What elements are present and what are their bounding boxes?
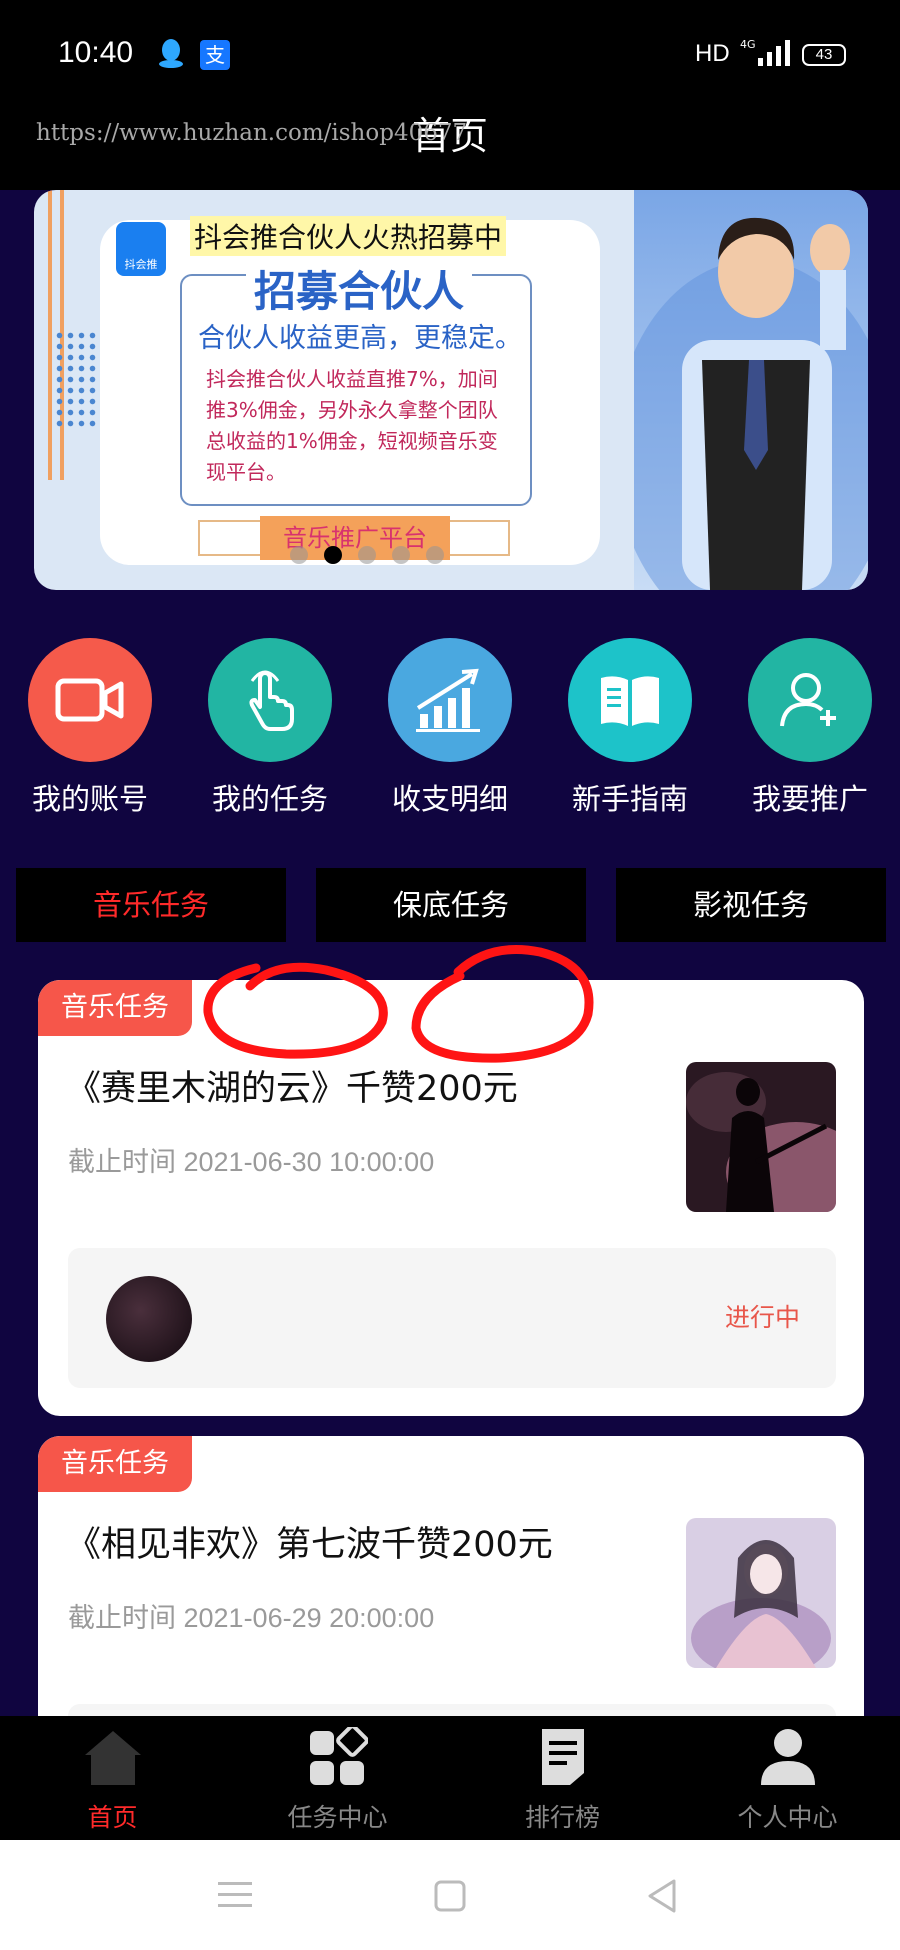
banner-headline: 抖会推合伙人火热招募中 bbox=[190, 216, 507, 256]
nav-icon-wrap bbox=[757, 1726, 819, 1788]
nav-label: 个人中心 bbox=[737, 1803, 838, 1832]
home-square-icon[interactable] bbox=[434, 1880, 466, 1912]
system-nav-bar bbox=[0, 1840, 900, 1950]
task-category-badge: 音乐任务 bbox=[38, 980, 192, 1036]
status-time: 10:40 bbox=[58, 36, 134, 69]
banner-decor-line bbox=[48, 190, 52, 480]
menu-circle bbox=[208, 638, 332, 762]
grid-diamond-icon bbox=[309, 1727, 368, 1785]
add-user-icon bbox=[780, 673, 836, 727]
menu-lines-icon[interactable] bbox=[218, 1880, 252, 1910]
person-icon bbox=[760, 1729, 815, 1785]
promo-banner[interactable]: 抖会推 抖会推合伙人火热招募中 招募合伙人 合伙人收益更高，更稳定。 抖会推合伙… bbox=[34, 190, 868, 590]
nav-icon-wrap bbox=[82, 1726, 144, 1788]
nav-label: 首页 bbox=[87, 1803, 138, 1832]
banner-title: 招募合伙人 bbox=[246, 258, 473, 319]
task-card[interactable]: 音乐任务 《相见非欢》第七波千赞200元 截止时间 2021-06-29 20:… bbox=[38, 1436, 864, 1716]
video-camera-icon bbox=[55, 678, 124, 722]
bottom-nav: 首页 任务中心 排行榜 个人中心 bbox=[0, 1716, 900, 1840]
main-content: 抖会推 抖会推合伙人火热招募中 招募合伙人 合伙人收益更高，更稳定。 抖会推合伙… bbox=[0, 190, 900, 1716]
task-title: 《相见非欢》第七波千赞200元 bbox=[66, 1525, 553, 1565]
task-participants-bar bbox=[68, 1704, 836, 1716]
qq-icon bbox=[159, 39, 183, 68]
home-icon bbox=[84, 1731, 141, 1785]
nav-home[interactable]: 首页 bbox=[0, 1726, 225, 1834]
banner-body: 抖会推合伙人收益直推7%，加间推3%佣金，另外永久拿整个团队总收益的1%佣金，短… bbox=[206, 367, 498, 484]
carousel-indicator[interactable] bbox=[358, 546, 376, 564]
menu-label: 我的账号 bbox=[31, 782, 148, 816]
growth-chart-icon bbox=[416, 668, 480, 732]
menu-label: 我要推广 bbox=[751, 782, 868, 816]
task-thumbnail bbox=[686, 1518, 836, 1668]
carousel-indicator[interactable] bbox=[426, 546, 444, 564]
tap-hand-icon bbox=[249, 670, 294, 731]
app-header: 首页 https://www.huzhan.com/ishop40677 bbox=[0, 110, 900, 190]
menu-label: 收支明细 bbox=[391, 782, 508, 816]
back-triangle-icon[interactable] bbox=[646, 1878, 678, 1914]
network-4g-label: 4G bbox=[740, 38, 756, 51]
document-icon bbox=[541, 1729, 584, 1785]
status-bar: 10:40 支 HD 4G 43 bbox=[0, 0, 900, 110]
participant-avatar bbox=[106, 1276, 192, 1362]
nav-task-center[interactable]: 任务中心 bbox=[225, 1726, 450, 1834]
task-category-badge: 音乐任务 bbox=[38, 1436, 192, 1492]
task-title: 《赛里木湖的云》千赞200元 bbox=[66, 1069, 518, 1109]
menu-circle bbox=[568, 638, 692, 762]
menu-income-details[interactable]: 收支明细 bbox=[370, 638, 530, 818]
carousel-indicator[interactable] bbox=[392, 546, 410, 564]
nav-label: 任务中心 bbox=[287, 1803, 388, 1832]
url-watermark: https://www.huzhan.com/ishop40677 bbox=[36, 120, 468, 146]
menu-label: 我的任务 bbox=[211, 782, 328, 816]
open-book-icon bbox=[601, 676, 659, 726]
network-hd-label: HD bbox=[695, 40, 730, 67]
menu-my-tasks[interactable]: 我的任务 bbox=[190, 638, 350, 818]
battery-icon: 43 bbox=[802, 44, 846, 66]
banner-button[interactable]: 音乐推广平台 bbox=[260, 516, 450, 560]
app-logo-text: 抖会推 bbox=[124, 258, 158, 271]
banner-person-image bbox=[634, 190, 868, 590]
tab-guaranteed-tasks[interactable]: 保底任务 bbox=[316, 868, 586, 942]
task-participants-bar: 进行中 bbox=[68, 1248, 836, 1388]
nav-leaderboard[interactable]: 排行榜 bbox=[450, 1726, 675, 1834]
carousel-indicator[interactable] bbox=[290, 546, 308, 564]
menu-my-account[interactable]: 我的账号 bbox=[10, 638, 170, 818]
nav-profile[interactable]: 个人中心 bbox=[675, 1726, 900, 1834]
nav-icon-wrap bbox=[307, 1726, 369, 1788]
carousel-indicator-active[interactable] bbox=[324, 546, 342, 564]
menu-circle bbox=[748, 638, 872, 762]
app-logo-icon: 抖会推 bbox=[116, 222, 166, 276]
tab-music-tasks[interactable]: 音乐任务 bbox=[16, 868, 286, 942]
alipay-icon: 支 bbox=[200, 40, 230, 70]
task-deadline: 截止时间 2021-06-29 20:00:00 bbox=[68, 1603, 435, 1633]
task-deadline: 截止时间 2021-06-30 10:00:00 bbox=[68, 1147, 435, 1177]
banner-dot-pattern bbox=[54, 330, 98, 430]
menu-circle bbox=[28, 638, 152, 762]
signal-icon bbox=[758, 40, 790, 66]
nav-icon-wrap bbox=[532, 1726, 594, 1788]
menu-beginner-guide[interactable]: 新手指南 bbox=[550, 638, 710, 818]
menu-circle bbox=[388, 638, 512, 762]
task-status: 进行中 bbox=[724, 1303, 800, 1332]
task-thumbnail bbox=[686, 1062, 836, 1212]
nav-label: 排行榜 bbox=[524, 1803, 600, 1832]
banner-subtitle: 合伙人收益更高，更稳定。 bbox=[198, 323, 522, 354]
menu-promote[interactable]: 我要推广 bbox=[730, 638, 890, 818]
tab-video-tasks[interactable]: 影视任务 bbox=[616, 868, 886, 942]
menu-label: 新手指南 bbox=[571, 782, 688, 816]
task-card[interactable]: 音乐任务 《赛里木湖的云》千赞200元 截止时间 2021-06-30 10:0… bbox=[38, 980, 864, 1416]
